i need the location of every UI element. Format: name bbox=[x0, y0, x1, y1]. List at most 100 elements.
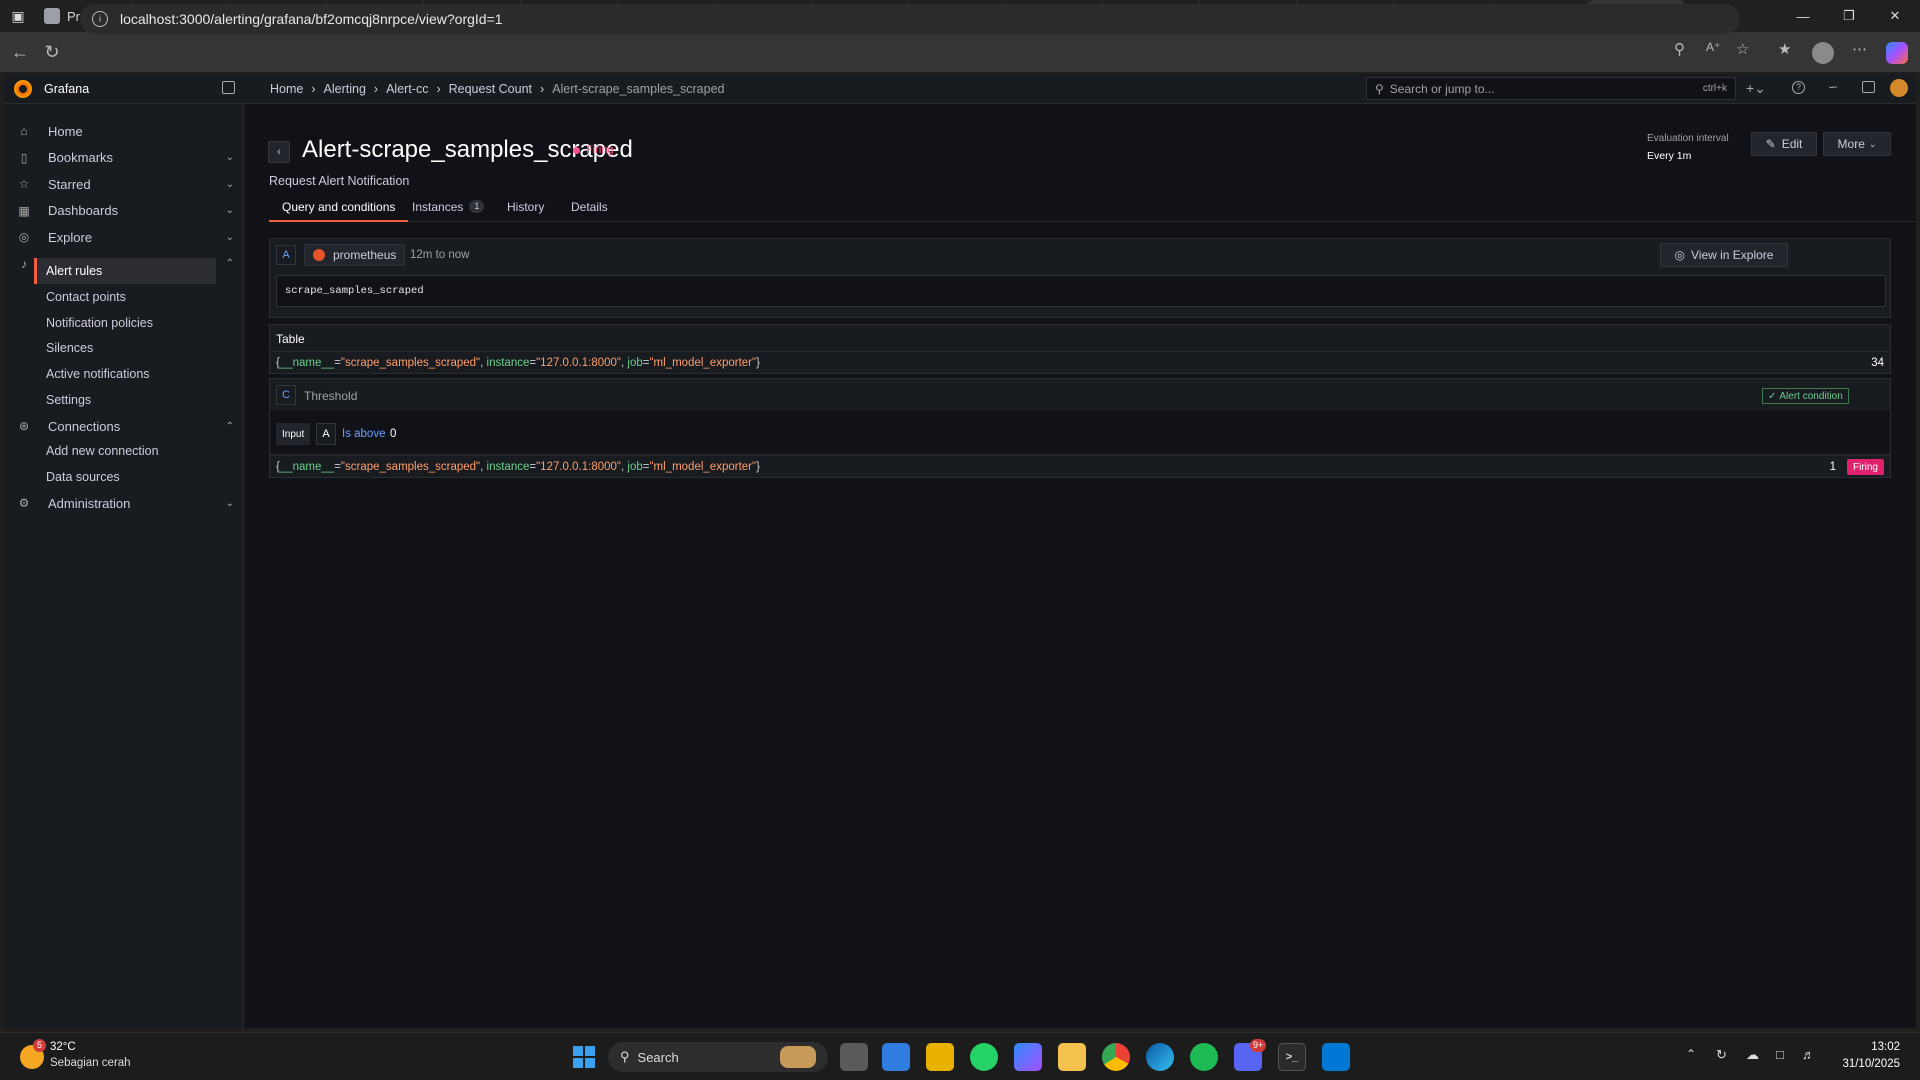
grafana-app: Grafana Home › Alerting › Alert-cc › Request C… bbox=[4, 74, 1916, 1028]
taskbar-search[interactable]: ⚲ Search bbox=[608, 1042, 828, 1072]
input-select[interactable]: A bbox=[316, 423, 336, 445]
sidebar-item-administration[interactable]: ⚙ Administration ⌄ bbox=[4, 490, 244, 516]
user-avatar[interactable] bbox=[1890, 79, 1908, 97]
favorites-icon[interactable]: ★ bbox=[1778, 40, 1791, 58]
label-value: "ml_model_exporter" bbox=[649, 357, 757, 369]
copilot-app-icon[interactable] bbox=[1014, 1043, 1042, 1071]
restore-icon[interactable]: ❐ bbox=[1826, 0, 1872, 32]
back-icon[interactable]: ← bbox=[4, 36, 36, 68]
eval-interval-label: Evaluation interval bbox=[1647, 133, 1729, 144]
sidebar-subitem[interactable]: Notification policies bbox=[34, 310, 216, 336]
chevron-down-icon[interactable]: ⌄ bbox=[226, 179, 234, 190]
chevron-down-icon[interactable]: ⌄ bbox=[226, 232, 234, 243]
breadcrumb-item[interactable]: Home bbox=[270, 82, 303, 96]
tab-actions-icon[interactable]: ▣ bbox=[0, 0, 36, 32]
store-icon[interactable] bbox=[882, 1043, 910, 1071]
file-explorer-icon[interactable] bbox=[1058, 1043, 1086, 1071]
cloud-off-icon[interactable]: ☁ bbox=[1746, 1047, 1759, 1063]
breadcrumb-separator-icon: › bbox=[436, 82, 441, 96]
tab-instances[interactable]: Instances 1 bbox=[399, 200, 497, 222]
reload-icon[interactable]: ↻ bbox=[36, 36, 68, 68]
grafana-topnav: Grafana Home › Alerting › Alert-cc › Request C… bbox=[4, 74, 1916, 104]
network-icon[interactable]: □ bbox=[1776, 1047, 1784, 1062]
task-view-icon[interactable] bbox=[840, 1043, 868, 1071]
bell-icon: ♪ bbox=[21, 256, 27, 271]
threshold-value[interactable]: 0 bbox=[390, 428, 396, 440]
power-bi-icon[interactable] bbox=[926, 1043, 954, 1071]
tab-history[interactable]: History bbox=[494, 200, 557, 222]
breadcrumb-item[interactable]: Alerting bbox=[324, 82, 366, 96]
back-button[interactable]: ‹ bbox=[268, 141, 290, 163]
sidebar-subitem[interactable]: Alert rules bbox=[34, 258, 216, 284]
edit-button[interactable]: ✎ Edit bbox=[1751, 132, 1817, 156]
breadcrumb-item: Alert-scrape_samples_scraped bbox=[552, 82, 725, 96]
close-window-icon[interactable]: ✕ bbox=[1872, 0, 1918, 32]
star-icon: ☆ bbox=[18, 177, 30, 191]
zoom-icon[interactable]: ⚲ bbox=[1674, 40, 1685, 58]
windows-start-icon[interactable] bbox=[570, 1043, 598, 1071]
clock-time[interactable]: 13:02 bbox=[1852, 1041, 1900, 1053]
sidebar-item-explore[interactable]: ◎ Explore ⌄ bbox=[4, 224, 244, 250]
sync-icon[interactable]: ↻ bbox=[1716, 1047, 1727, 1063]
whatsapp-icon[interactable] bbox=[970, 1043, 998, 1071]
dock-menu-icon[interactable] bbox=[222, 81, 235, 94]
add-icon[interactable]: +⌄ bbox=[1746, 80, 1766, 97]
sidebar-subitem[interactable]: Active notifications bbox=[34, 361, 216, 387]
kiosk-icon[interactable] bbox=[1862, 81, 1875, 93]
datasource-badge[interactable]: prometheus bbox=[304, 244, 406, 266]
sidebar-item-connections[interactable]: ⊛ Connections ⌃ bbox=[4, 413, 244, 439]
url-text: localhost:3000/alerting/grafana/bf2omcqj… bbox=[120, 11, 503, 27]
sidebar: ⌂ Home ▯ Bookmarks ⌄ ☆ Starred ⌄ ▦ Dashboards ⌄ ◎ Ex… bbox=[4, 104, 244, 1028]
more-button[interactable]: More ⌄ bbox=[1823, 132, 1891, 156]
tab-details[interactable]: Details bbox=[558, 200, 621, 222]
chevron-down-icon[interactable]: ⌄ bbox=[226, 205, 234, 216]
tab-query-and-conditions[interactable]: Query and conditions bbox=[269, 200, 409, 222]
sidebar-subitem[interactable]: Contact points bbox=[34, 284, 216, 310]
sidebar-item-dashboards[interactable]: ▦ Dashboards ⌄ bbox=[4, 198, 244, 224]
browser-menu-icon[interactable]: ⋯ bbox=[1852, 40, 1867, 58]
chrome-icon[interactable] bbox=[1102, 1043, 1130, 1071]
operator-select[interactable]: Is above bbox=[342, 428, 385, 440]
help-icon[interactable]: ? bbox=[1792, 81, 1805, 94]
chevron-down-icon[interactable]: ⌄ bbox=[226, 152, 234, 163]
sidebar-item-bookmarks[interactable]: ▯ Bookmarks ⌄ bbox=[4, 145, 244, 171]
favorite-star-icon[interactable]: ☆ bbox=[1736, 40, 1749, 58]
tray-chevron-up-icon[interactable]: ⌃ bbox=[1686, 1047, 1696, 1061]
pencil-icon: ✎ bbox=[1765, 137, 1776, 151]
copilot-icon[interactable] bbox=[1886, 42, 1908, 64]
table-title: Table bbox=[276, 332, 305, 346]
news-feed-icon[interactable]: ∽ bbox=[1828, 80, 1838, 94]
address-bar[interactable]: i localhost:3000/alerting/grafana/bf2omc… bbox=[80, 4, 1740, 34]
query-editor[interactable]: scrape_samples_scraped bbox=[276, 275, 1886, 307]
label-key: job bbox=[627, 461, 643, 473]
read-aloud-icon[interactable]: A⁺ bbox=[1706, 40, 1720, 54]
breadcrumb-item[interactable]: Request Count bbox=[449, 82, 532, 96]
site-info-icon[interactable]: i bbox=[92, 11, 108, 27]
chevron-up-icon[interactable]: ⌃ bbox=[226, 258, 234, 269]
edge-icon[interactable] bbox=[1146, 1043, 1174, 1071]
volume-icon[interactable]: ♬ bbox=[1802, 1047, 1815, 1062]
grafana-logo-icon[interactable] bbox=[14, 80, 32, 98]
sidebar-subitem[interactable]: Data sources bbox=[34, 464, 216, 490]
label-value: "scrape_samples_scraped" bbox=[340, 461, 481, 473]
search-input[interactable]: ⚲ Search or jump to... ctrl+k bbox=[1366, 77, 1736, 100]
vscode-icon[interactable] bbox=[1322, 1043, 1350, 1071]
profile-avatar[interactable] bbox=[1812, 42, 1834, 64]
minimize-icon[interactable]: — bbox=[1780, 0, 1826, 32]
home-icon: ⌂ bbox=[20, 124, 28, 138]
view-in-explore-button[interactable]: ◎ View in Explore bbox=[1660, 243, 1788, 267]
sidebar-item-starred[interactable]: ☆ Starred ⌄ bbox=[4, 171, 244, 197]
search-highlight-image bbox=[780, 1046, 816, 1068]
sidebar-item-home[interactable]: ⌂ Home bbox=[4, 118, 244, 144]
sidebar-subitem[interactable]: Silences bbox=[34, 335, 216, 361]
chevron-up-icon[interactable]: ⌃ bbox=[226, 421, 234, 432]
spotify-icon[interactable] bbox=[1190, 1043, 1218, 1071]
clock-date[interactable]: 31/10/2025 bbox=[1838, 1058, 1900, 1070]
terminal-icon[interactable]: >_ bbox=[1278, 1043, 1306, 1071]
chevron-down-icon[interactable]: ⌄ bbox=[226, 498, 234, 509]
sidebar-subitem[interactable]: Settings bbox=[34, 387, 216, 413]
sidebar-subitem[interactable]: Add new connection bbox=[34, 438, 216, 464]
brand-name: Grafana bbox=[44, 82, 90, 96]
edit-label: Edit bbox=[1781, 137, 1803, 151]
breadcrumb-item[interactable]: Alert-cc bbox=[386, 82, 428, 96]
